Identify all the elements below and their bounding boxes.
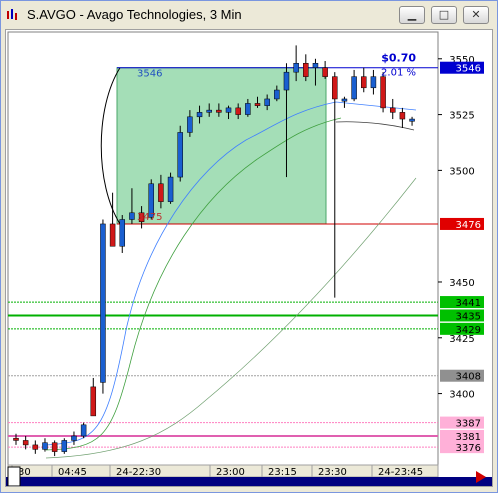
candle (61, 438, 68, 454)
range-low-label: 3475 (137, 212, 162, 223)
title-bar[interactable]: S.AVGO - Avago Technologies, 3 Min ▁ □ ✕ (1, 1, 497, 29)
candle-body (129, 212, 135, 220)
maximize-button[interactable]: □ (431, 6, 457, 24)
candle-body (80, 424, 87, 437)
close-button[interactable]: ✕ (463, 6, 489, 24)
price-tag-label: 3435 (456, 311, 481, 322)
candle-body (187, 116, 193, 133)
price-tag-label: 3429 (456, 325, 481, 336)
range-high-label: 3546 (137, 69, 162, 80)
price-tag-label: 3546 (456, 64, 481, 75)
chart-area[interactable]: 3546 3475 $0.70 2.01 % 3400 3425 3450 3500 3525 3… (5, 29, 493, 487)
scrollbar-thumb (7, 466, 21, 486)
candle-body (322, 67, 328, 77)
y-tick-label: 3500 (449, 166, 474, 177)
candle-body (119, 219, 126, 247)
candle-body (312, 62, 319, 68)
candle (177, 125, 183, 182)
candle-body (90, 386, 97, 417)
candle-body (196, 112, 203, 118)
candle-body (245, 103, 251, 115)
candle-body (303, 62, 309, 77)
x-tick-label: 23:30 (318, 467, 347, 478)
y-tick-label: 3525 (449, 111, 474, 122)
x-tick-label: 24-22:30 (116, 467, 161, 478)
candle-body (409, 118, 415, 122)
horizontal-scrollbar (6, 477, 492, 486)
candle-body (22, 440, 29, 446)
price-tag-label: 3376 (456, 443, 481, 454)
candle-body (61, 440, 68, 452)
candle-body (158, 183, 164, 202)
candle (100, 219, 106, 394)
minimize-button[interactable]: ▁ (399, 6, 425, 24)
y-tick-label: 3400 (449, 390, 474, 401)
close-icon: ✕ (471, 8, 481, 21)
candle-body (206, 109, 212, 113)
candle-body (216, 109, 222, 113)
candle (167, 172, 174, 204)
price-tag-label: 3387 (456, 419, 481, 430)
candle-body (109, 223, 116, 247)
candle-body (351, 76, 357, 100)
x-tick-label: 23:00 (216, 467, 245, 478)
x-tick-label: 23:15 (268, 467, 297, 478)
price-tag-label: 3408 (456, 372, 481, 383)
candle-body (380, 76, 386, 109)
chart-window: S.AVGO - Avago Technologies, 3 Min ▁ □ ✕… (0, 0, 498, 493)
candle-body (293, 62, 299, 73)
candle-body (361, 76, 367, 89)
price-tag-label: 3441 (456, 298, 481, 309)
candle-body (100, 223, 106, 383)
change-percent-label: 2.01 % (381, 68, 416, 79)
x-tick-label: 24-23:45 (378, 467, 423, 478)
candle-body (370, 76, 377, 89)
minimize-icon: ▁ (407, 8, 417, 21)
candle-body (71, 435, 77, 441)
price-chart[interactable]: 35463475$0.702.01 %340034253450350035253… (6, 30, 492, 486)
candle-body (399, 112, 406, 120)
candle (80, 422, 87, 439)
candle-body (51, 442, 58, 452)
y-tick-label: 3450 (449, 278, 474, 289)
price-tag-label: 3476 (456, 220, 481, 231)
candle-body (235, 107, 241, 115)
candle-body (264, 98, 270, 106)
candle-body (13, 437, 19, 441)
candle-body (32, 444, 39, 450)
candle-body (283, 71, 290, 91)
x-tick-label: 04:45 (58, 467, 87, 478)
candle-body (177, 132, 183, 178)
candle-body (341, 98, 348, 102)
candle-body (42, 442, 48, 450)
window-title: S.AVGO - Avago Technologies, 3 Min (27, 7, 242, 22)
chart-app-icon (7, 9, 17, 20)
change-amount-label: $0.70 (381, 52, 416, 65)
candle-body (167, 176, 174, 202)
candle-body (332, 76, 338, 100)
candle-body (274, 89, 280, 100)
maximize-icon: □ (438, 8, 450, 21)
candle-body (225, 107, 232, 113)
candle-body (254, 103, 261, 106)
candle-body (389, 107, 396, 113)
range-box (116, 67, 327, 225)
